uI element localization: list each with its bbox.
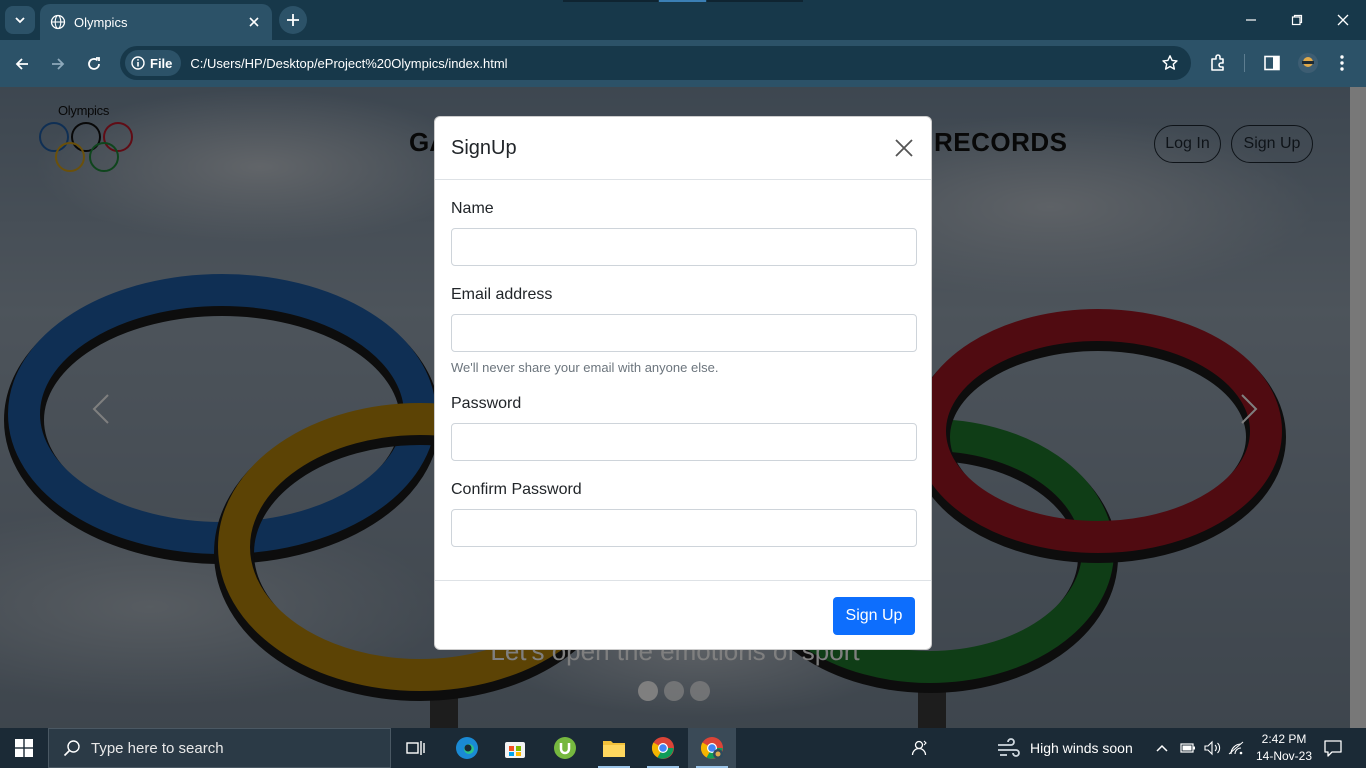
- kebab-menu-icon[interactable]: [1331, 52, 1353, 74]
- close-window-button[interactable]: [1320, 0, 1366, 40]
- address-bar[interactable]: File C:/Users/HP/Desktop/eProject%20Olym…: [120, 46, 1191, 80]
- modal-body: Name Email address We'll never share you…: [435, 180, 931, 581]
- volume-control[interactable]: [1203, 728, 1221, 768]
- modal-close-icon[interactable]: [893, 137, 915, 159]
- name-label: Name: [451, 200, 494, 217]
- wind-icon: [998, 738, 1020, 757]
- site-chip-label: File: [150, 55, 173, 71]
- page-viewport: Olympics GA RECORDS Log In Sign Up Let's…: [0, 87, 1366, 728]
- taskbar-chrome[interactable]: [639, 728, 687, 768]
- plus-icon: [287, 14, 299, 26]
- minimize-button[interactable]: [1228, 0, 1274, 40]
- notifications-button[interactable]: [1323, 728, 1343, 768]
- modal-footer: Sign Up: [435, 581, 931, 650]
- bookmark-star-icon[interactable]: [1161, 54, 1179, 72]
- email-input[interactable]: [451, 314, 917, 352]
- clock-date: 14-Nov-23: [1255, 749, 1313, 763]
- window-controls: [1228, 0, 1366, 40]
- taskbar-utorrent[interactable]: [541, 728, 589, 768]
- taskbar-search-box[interactable]: Type here to search: [48, 728, 391, 768]
- tab-strip-indicator: [707, 0, 803, 2]
- email-field-group: Email address We'll never share your ema…: [451, 286, 917, 375]
- reload-button[interactable]: [79, 49, 109, 79]
- arrow-left-icon: [15, 58, 28, 70]
- tab-strip-indicator: [659, 0, 706, 2]
- task-view-button[interactable]: [392, 728, 440, 768]
- side-panel-icon[interactable]: [1261, 52, 1283, 74]
- store-icon: [505, 742, 525, 758]
- name-field-group: Name: [451, 200, 917, 266]
- search-icon: [63, 740, 80, 757]
- back-button[interactable]: [7, 49, 37, 79]
- confirm-password-input[interactable]: [451, 509, 917, 547]
- people-icon: [911, 740, 927, 756]
- edge-icon: [456, 737, 478, 759]
- windows-taskbar: Type here to search High winds soon 2:42…: [0, 728, 1366, 768]
- tab-strip-indicator: [563, 0, 658, 2]
- weather-text: High winds soon: [1030, 740, 1133, 756]
- battery-icon: [1180, 743, 1195, 753]
- windows-logo-icon: [15, 739, 33, 757]
- wifi-icon: [1228, 741, 1244, 755]
- browser-tab[interactable]: Olympics: [40, 4, 272, 40]
- search-placeholder: Type here to search: [91, 739, 224, 757]
- password-field-group: Password: [451, 395, 917, 461]
- profile-avatar[interactable]: [1297, 52, 1319, 74]
- browser-toolbar: File C:/Users/HP/Desktop/eProject%20Olym…: [0, 40, 1366, 87]
- battery-indicator[interactable]: [1180, 728, 1196, 768]
- confirm-password-label: Confirm Password: [451, 481, 582, 498]
- taskbar-edge[interactable]: [443, 728, 491, 768]
- globe-icon: [50, 14, 66, 30]
- info-icon: [131, 56, 145, 70]
- reload-icon: [88, 57, 100, 70]
- url-text[interactable]: C:/Users/HP/Desktop/eProject%20Olympics/…: [190, 56, 507, 71]
- password-label: Password: [451, 395, 522, 412]
- taskbar-chrome-profile[interactable]: [688, 728, 736, 768]
- chevron-up-icon: [1156, 744, 1168, 752]
- chevron-down-icon: [15, 17, 25, 24]
- browser-tabstrip: Olympics: [0, 0, 1366, 40]
- email-help-text: We'll never share your email with anyone…: [451, 360, 719, 375]
- people-button[interactable]: [909, 728, 929, 768]
- arrow-right-icon: [52, 58, 65, 70]
- forward-button[interactable]: [43, 49, 73, 79]
- new-tab-button[interactable]: [279, 6, 307, 34]
- task-view-icon: [406, 741, 425, 755]
- restore-button[interactable]: [1274, 0, 1320, 40]
- folder-icon: [603, 741, 625, 757]
- utorrent-icon: [554, 737, 576, 759]
- password-input[interactable]: [451, 423, 917, 461]
- notification-icon: [1324, 740, 1342, 757]
- show-hidden-icons-button[interactable]: [1155, 728, 1169, 768]
- site-info-chip[interactable]: File: [125, 50, 182, 76]
- restore-icon: [1291, 14, 1303, 26]
- chrome-icon: [651, 737, 674, 759]
- modal-title: SignUp: [451, 136, 517, 159]
- start-button[interactable]: [0, 728, 48, 768]
- weather-widget[interactable]: High winds soon: [996, 728, 1133, 768]
- confirm-password-field-group: Confirm Password: [451, 481, 917, 547]
- name-input[interactable]: [451, 228, 917, 266]
- email-label: Email address: [451, 286, 553, 303]
- taskbar-clock[interactable]: 2:42 PM 14-Nov-23: [1246, 731, 1322, 765]
- chrome-profile-icon: [700, 737, 723, 759]
- signup-modal: SignUp Name Email address We'll never sh…: [434, 116, 932, 650]
- network-indicator[interactable]: [1228, 728, 1244, 768]
- signup-submit-button[interactable]: Sign Up: [833, 596, 915, 635]
- taskbar-store[interactable]: [491, 728, 539, 768]
- tab-search-button[interactable]: [5, 6, 35, 34]
- modal-header: SignUp: [435, 117, 931, 180]
- close-icon: [1337, 14, 1349, 26]
- speaker-icon: [1204, 740, 1221, 756]
- extensions-icon[interactable]: [1207, 52, 1229, 74]
- toolbar-separator: [1244, 54, 1245, 72]
- tab-close-icon[interactable]: [246, 14, 262, 30]
- taskbar-file-explorer[interactable]: [590, 728, 638, 768]
- tab-title: Olympics: [74, 14, 128, 30]
- clock-time: 2:42 PM: [1261, 732, 1307, 746]
- minimize-icon: [1246, 19, 1256, 21]
